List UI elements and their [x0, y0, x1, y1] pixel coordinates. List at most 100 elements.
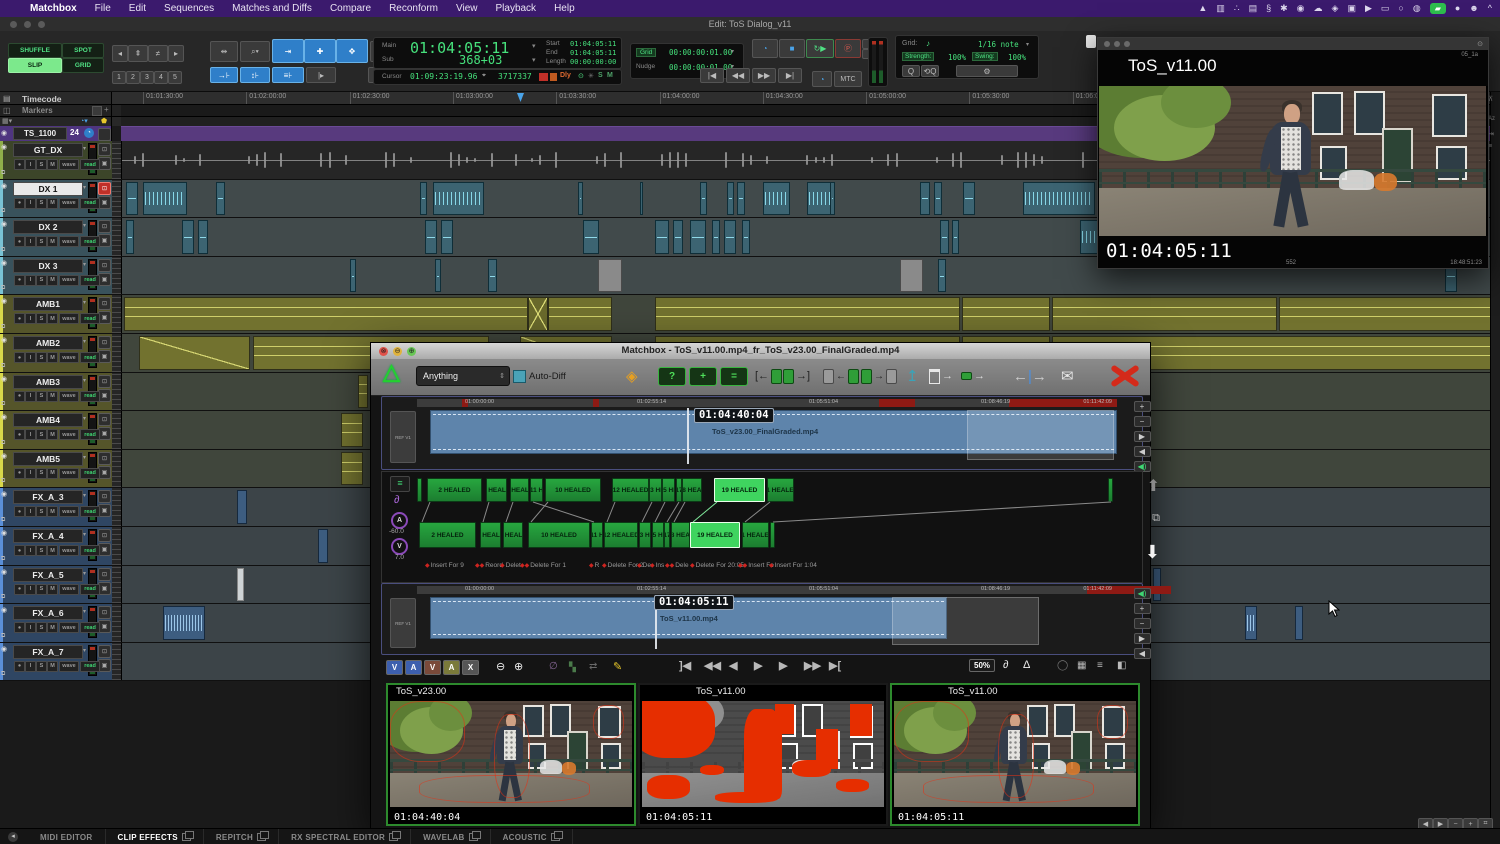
stop-button[interactable]: ■ — [779, 39, 805, 58]
siri-icon[interactable]: ◍ — [1413, 0, 1421, 17]
menu-item-help[interactable]: Help — [554, 3, 575, 14]
record-enable-button[interactable]: ● — [14, 391, 25, 402]
solo-button[interactable]: S — [36, 622, 47, 633]
help-button[interactable]: ? — [658, 366, 686, 386]
input-button[interactable]: I — [25, 429, 36, 440]
wave-view-button[interactable]: wave — [59, 468, 79, 479]
track-elastic-icon[interactable]: ⧉ — [1, 170, 5, 177]
input-button[interactable]: I — [25, 352, 36, 363]
solo-button[interactable]: S — [36, 159, 47, 170]
wave-view-button[interactable]: wave — [59, 198, 79, 209]
track-elastic-icon[interactable]: ⧉ — [1, 556, 5, 563]
track-freeze-icon[interactable]: ◉ — [1, 336, 7, 344]
right-scrollbar[interactable] — [1490, 92, 1500, 828]
zoom-in-icon[interactable]: ⊕ — [514, 660, 523, 673]
healed-clip-bottom[interactable]: 12 HEALED — [604, 522, 638, 548]
link-track-button[interactable]: ≡⊦ — [272, 67, 304, 83]
badge-icon[interactable]: ✱ — [1280, 0, 1288, 17]
audio-clip[interactable] — [182, 220, 194, 254]
zoom-preset-1[interactable]: 1 — [112, 71, 126, 84]
tab-transient-button[interactable]: →⊦ — [210, 67, 238, 83]
jump-end-button[interactable]: ▶[ — [829, 659, 841, 672]
track-freeze-icon[interactable]: ◉ — [1, 220, 7, 228]
spot-mode-button[interactable]: SPOT — [62, 43, 104, 58]
input-button[interactable]: I — [25, 198, 36, 209]
gear-icon[interactable]: ⚙ — [956, 65, 1018, 77]
track-header[interactable]: ◉⧉DX 1▾⊡▣●ISMwaveread — [0, 180, 112, 218]
record-circle-icon[interactable]: ◯ — [1057, 660, 1068, 671]
audio-clip[interactable] — [655, 220, 669, 254]
track-io-button[interactable]: ⊡ — [98, 220, 111, 233]
audio-clip[interactable] — [435, 259, 441, 293]
null-edit-icon[interactable]: ∅ — [549, 661, 558, 672]
track-elastic-icon[interactable]: ⧉ — [1, 324, 5, 331]
bottom-tab-midi-editor[interactable]: MIDI EDITOR — [28, 829, 106, 844]
track-io-button[interactable]: ⊡ — [98, 568, 111, 581]
healed-clip-top[interactable]: 10 HEALED — [545, 478, 601, 502]
match-out-button[interactable]: →] — [783, 366, 810, 386]
wave-view-button[interactable]: wave — [59, 352, 79, 363]
audio-clip[interactable] — [727, 182, 734, 216]
healed-clip-bottom[interactable]: 19 HEALED — [690, 522, 740, 548]
track-elastic-icon[interactable]: ⧉ — [1, 285, 5, 292]
prev-match-button[interactable]: ◀◀ — [704, 659, 721, 672]
track-freeze-icon[interactable]: ◉ — [1, 297, 7, 305]
healed-clip-top[interactable]: 6 HEALE — [486, 478, 507, 502]
delay-icon[interactable] — [550, 73, 557, 81]
audio-clip[interactable] — [1052, 297, 1277, 331]
mute-button[interactable]: M — [47, 159, 58, 170]
prev-frame-button[interactable]: ◀ — [729, 659, 737, 672]
mtc-button[interactable]: MTC — [834, 71, 862, 87]
track-freeze-icon[interactable]: ◉ — [1, 452, 7, 460]
markers-icon[interactable]: ◫ — [3, 106, 11, 115]
filmstrip-view-icon[interactable]: ▦ — [1077, 660, 1086, 671]
track-name[interactable]: AMB2 — [13, 336, 83, 350]
read-automation-button[interactable]: read — [80, 198, 100, 209]
equal-match-button[interactable]: = — [720, 366, 748, 386]
track-io-button[interactable]: ⊡ — [98, 336, 111, 349]
video-opt-icon[interactable] — [98, 128, 111, 141]
audio-clip[interactable] — [441, 220, 453, 254]
healed-clip-bottom[interactable]: 10 HEALED — [528, 522, 590, 548]
quantize-button[interactable]: Q — [902, 65, 920, 77]
trim-tool-icon[interactable]: ⇥ — [272, 39, 304, 63]
link-edit-button[interactable]: ↕⊦ — [240, 67, 270, 83]
track-io-button[interactable]: ⊡ — [98, 529, 111, 542]
loop-icon[interactable]: ⇄ — [589, 661, 597, 672]
grabber-tool-icon[interactable]: ✥ — [336, 39, 368, 63]
read-automation-button[interactable]: read — [80, 313, 100, 324]
match-type-dropdown[interactable]: Anything⇕ — [416, 366, 510, 386]
mute-button[interactable]: M — [47, 584, 58, 595]
track-elastic-icon[interactable]: ⧉ — [1, 478, 5, 485]
track-header[interactable]: ◉⧉FX_A_5▾⊡▣●ISMwaveread — [0, 566, 112, 604]
audio-clip[interactable] — [163, 606, 205, 640]
split-view-icon[interactable]: ◧ — [1117, 660, 1126, 671]
zoom-preset-4[interactable]: 4 — [154, 71, 168, 84]
solo-button[interactable]: S — [36, 506, 47, 517]
healed-clip-bottom[interactable]: 7 HEALE — [503, 522, 523, 548]
audio-a-toggle[interactable]: A — [405, 660, 422, 675]
healed-clip-top[interactable]: 7 HEALE — [510, 478, 529, 502]
mute-button[interactable]: M — [47, 429, 58, 440]
zoom-out-icon[interactable]: ⊖ — [496, 660, 505, 673]
zoom-toggle-icon[interactable]: ⇹ — [210, 41, 238, 62]
collapse-dock-icon[interactable]: ◂ — [8, 832, 18, 842]
sort-az-icon[interactable]: Az — [1488, 116, 1495, 122]
mute-button[interactable]: M — [47, 622, 58, 633]
read-automation-button[interactable]: read — [80, 391, 100, 402]
audio-clip[interactable] — [673, 220, 683, 254]
edit-window-titlebar[interactable]: Edit: ToS Dialog_v11 — [0, 17, 1500, 32]
solo-button[interactable]: S — [36, 661, 47, 672]
mail-icon[interactable]: ✉ — [1061, 366, 1074, 386]
track-lane[interactable] — [122, 295, 1500, 333]
shift-right-button[interactable]: → — [861, 366, 897, 386]
track-header[interactable]: ◉⧉AMB3▾⊡▣●ISMwaveread — [0, 373, 112, 411]
track-io-button[interactable]: ⊡ — [98, 452, 111, 465]
track-name[interactable]: AMB1 — [13, 297, 83, 311]
audio-clip[interactable] — [934, 182, 942, 216]
input-button[interactable]: I — [25, 236, 36, 247]
audio-clip[interactable] — [488, 259, 497, 293]
partial-icon[interactable]: ∂ — [1003, 659, 1008, 671]
healed-clip-bottom[interactable]: 6 HEALE — [480, 522, 501, 548]
block-pair-icon[interactable]: ▚ — [569, 662, 576, 673]
